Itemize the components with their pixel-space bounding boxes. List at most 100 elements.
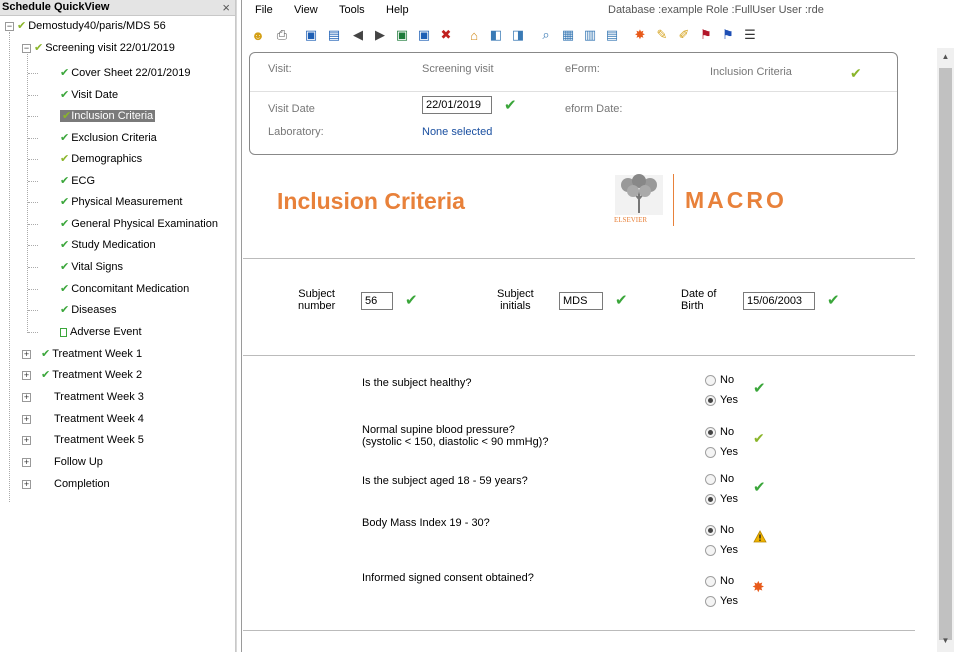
tree-item-general-physical-exam[interactable]: ✔General Physical Examination <box>60 216 220 232</box>
visit-icon[interactable]: ◨ <box>509 26 527 44</box>
tree-visit-week-5[interactable]: Treatment Week 5 <box>52 432 146 448</box>
tree-item-demographics[interactable]: ✔Demographics <box>60 151 144 167</box>
tree-item-concomitant-medication[interactable]: ✔Concomitant Medication <box>60 281 191 297</box>
forward-arrow-icon[interactable]: ▶ <box>371 26 389 44</box>
print-icon[interactable]: ⎙ <box>273 26 291 44</box>
menu-tools[interactable]: Tools <box>339 4 365 16</box>
radio-circle[interactable] <box>705 545 716 556</box>
radio-label: No <box>720 473 734 485</box>
radio-age-yes[interactable]: Yes <box>705 493 738 505</box>
check-icon: ✔ <box>60 67 69 79</box>
table-icon[interactable]: ▤ <box>603 26 621 44</box>
radio-circle[interactable] <box>705 596 716 607</box>
collapse-icon[interactable]: − <box>5 22 14 31</box>
schedule-icon[interactable]: ◧ <box>487 26 505 44</box>
save-close-icon[interactable]: ▣ <box>415 26 433 44</box>
close-icon[interactable]: × <box>222 0 230 15</box>
tree-visit-screening[interactable]: ✔Screening visit 22/01/2019 <box>34 40 177 56</box>
menu-file[interactable]: File <box>255 4 273 16</box>
tree-visit-completion[interactable]: Completion <box>52 476 112 492</box>
check-icon: ✔ <box>41 348 50 360</box>
note-icon[interactable]: ✎ <box>653 26 671 44</box>
visit-label: Visit: <box>268 63 292 75</box>
red-flag-icon[interactable]: ⚑ <box>697 26 715 44</box>
radio-healthy-no[interactable]: No <box>705 374 734 386</box>
menu-help[interactable]: Help <box>386 4 409 16</box>
subject-initials-field[interactable]: MDS <box>559 292 603 310</box>
subject-number-field[interactable]: 56 <box>361 292 393 310</box>
collapse-icon[interactable]: − <box>22 44 31 53</box>
tree-item-physical-measurement[interactable]: ✔Physical Measurement <box>60 194 185 210</box>
radio-bmi-no[interactable]: No <box>705 524 734 536</box>
tree-item-cover-sheet[interactable]: ✔Cover Sheet 22/01/2019 <box>60 65 192 81</box>
radio-label: Yes <box>720 544 738 556</box>
radio-bp-yes[interactable]: Yes <box>705 446 738 458</box>
radio-circle[interactable] <box>705 427 716 438</box>
discrepancy-icon[interactable]: ✐ <box>675 26 693 44</box>
scroll-thumb[interactable] <box>939 68 952 640</box>
radio-consent-yes[interactable]: Yes <box>705 595 738 607</box>
check-icon: ✔ <box>60 304 69 316</box>
form-icon[interactable]: ▥ <box>581 26 599 44</box>
expand-icon[interactable]: + <box>22 393 31 402</box>
tree-visit-week-1[interactable]: ✔Treatment Week 1 <box>41 346 144 362</box>
radio-bmi-yes[interactable]: Yes <box>705 544 738 556</box>
tree-visit-follow-up[interactable]: Follow Up <box>52 454 105 470</box>
check-icon: ✔ <box>753 478 766 496</box>
back-arrow-icon[interactable]: ◀ <box>349 26 367 44</box>
expand-icon[interactable]: + <box>22 415 31 424</box>
scroll-up-arrow-icon[interactable]: ▲ <box>937 52 954 64</box>
expand-icon[interactable]: + <box>22 458 31 467</box>
visit-date-field[interactable]: 22/01/2019 <box>422 96 492 114</box>
dob-field[interactable]: 15/06/2003 <box>743 292 815 310</box>
home-icon[interactable]: ⌂ <box>465 26 483 44</box>
radio-healthy-yes[interactable]: Yes <box>705 394 738 406</box>
menu-view[interactable]: View <box>294 4 318 16</box>
tree-item-adverse-event[interactable]: Adverse Event <box>60 324 144 340</box>
radio-circle[interactable] <box>705 474 716 485</box>
radio-age-no[interactable]: No <box>705 473 734 485</box>
radio-circle[interactable] <box>705 447 716 458</box>
expand-icon[interactable]: + <box>22 371 31 380</box>
tree-item-study-medication[interactable]: ✔Study Medication <box>60 237 158 253</box>
cancel-icon[interactable]: ✖ <box>437 26 455 44</box>
new-user-icon[interactable]: ☻ <box>249 26 267 44</box>
save-icon[interactable]: ▣ <box>302 26 320 44</box>
expand-icon[interactable]: + <box>22 436 31 445</box>
expand-icon[interactable]: + <box>22 350 31 359</box>
save-all-icon[interactable]: ▤ <box>325 26 343 44</box>
expand-icon[interactable]: + <box>22 480 31 489</box>
tree-visit-week-4[interactable]: Treatment Week 4 <box>52 411 146 427</box>
tree-visit-week-2[interactable]: ✔Treatment Week 2 <box>41 367 144 383</box>
tree-root[interactable]: ✔Demostudy40/paris/MDS 56 <box>17 18 168 34</box>
laboratory-select[interactable]: None selected <box>422 126 492 138</box>
check-icon: ✔ <box>60 218 69 230</box>
panel-splitter[interactable] <box>236 0 242 652</box>
radio-circle[interactable] <box>705 525 716 536</box>
report-icon[interactable]: ▦ <box>559 26 577 44</box>
tree-item-visit-date[interactable]: ✔Visit Date <box>60 87 120 103</box>
tree-visit-week-3[interactable]: Treatment Week 3 <box>52 389 146 405</box>
tree-item-exclusion-criteria[interactable]: ✔Exclusion Criteria <box>60 130 159 146</box>
vertical-scrollbar[interactable]: ▲ ▼ <box>937 48 954 652</box>
partial-check-icon: ✔ <box>850 65 862 82</box>
tree-item-diseases[interactable]: ✔Diseases <box>60 302 118 318</box>
radio-circle[interactable] <box>705 494 716 505</box>
search-icon[interactable]: ⌕ <box>537 26 555 44</box>
tree-branch <box>28 332 38 333</box>
tree-item-inclusion-criteria[interactable]: ✔Inclusion Criteria <box>60 108 155 124</box>
tree-item-ecg[interactable]: ✔ECG <box>60 173 97 189</box>
warning-burst-icon[interactable]: ✸ <box>631 26 649 44</box>
tree-item-vital-signs[interactable]: ✔Vital Signs <box>60 259 125 275</box>
radio-consent-no[interactable]: No <box>705 575 734 587</box>
blue-flag-icon[interactable]: ⚑ <box>719 26 737 44</box>
radio-bp-no[interactable]: No <box>705 426 734 438</box>
scroll-down-arrow-icon[interactable]: ▼ <box>937 636 954 648</box>
radio-circle[interactable] <box>705 395 716 406</box>
radio-circle[interactable] <box>705 375 716 386</box>
radio-circle[interactable] <box>705 576 716 587</box>
list-search-icon[interactable]: ☰ <box>741 26 759 44</box>
question-blood-pressure: Normal supine blood pressure? (systolic … <box>362 424 548 448</box>
subject-initials-label: Subject initials <box>497 288 534 312</box>
save-next-icon[interactable]: ▣ <box>393 26 411 44</box>
